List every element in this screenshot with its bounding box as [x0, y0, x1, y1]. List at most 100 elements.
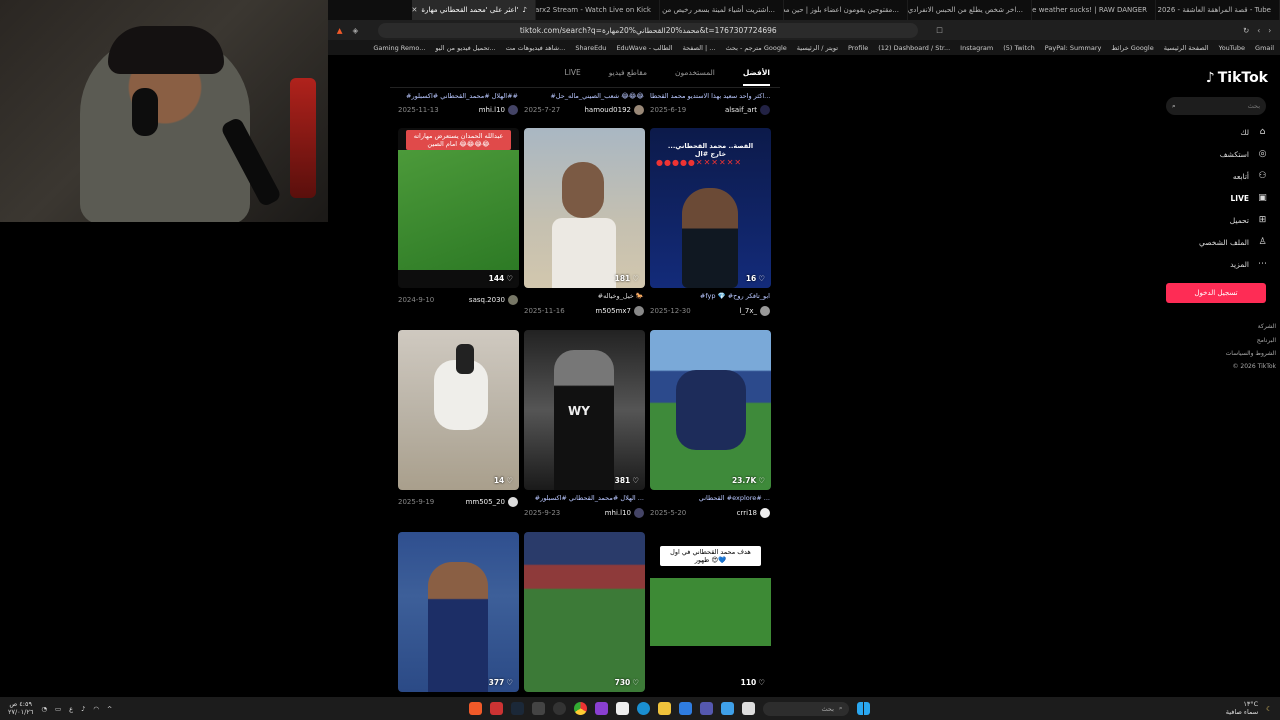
teams-icon[interactable]: [699, 702, 713, 715]
username-link[interactable]: crri18: [737, 508, 770, 518]
network-icon[interactable]: ◠: [93, 705, 99, 713]
bookmark-item[interactable]: Gaming Remo...: [373, 44, 425, 52]
clock[interactable]: ٤:٥٩ ص ٢٧/٠١/٢٦: [8, 701, 33, 715]
browser-tab[interactable]: مقتوجين يقومون اعضاء بلوز | حين معنا...: [784, 0, 908, 20]
bookmark-item[interactable]: EduWave - الطالب: [616, 44, 672, 52]
username-link[interactable]: m505mx7: [595, 306, 644, 316]
footer-company-link[interactable]: الشركة: [1258, 323, 1276, 330]
video-card[interactable]: 181 ♡: [524, 128, 645, 288]
nav-item-upload[interactable]: تحميل ⊞: [1230, 213, 1268, 227]
nav-item-following[interactable]: أتابعه ⚇: [1233, 169, 1268, 183]
language-indicator[interactable]: ع: [69, 705, 73, 713]
video-card[interactable]: ...القصة.. محمد القحطاني خارج #ال ●●●●●✕…: [650, 128, 771, 288]
tab-users[interactable]: المستخدمون: [675, 68, 715, 77]
username-link[interactable]: l_7x_: [739, 306, 770, 316]
bookmark-icon[interactable]: ☐: [936, 26, 943, 35]
mic-icon[interactable]: ♪: [81, 705, 85, 713]
footer-program-link[interactable]: البرنامج: [1257, 337, 1276, 344]
video-card[interactable]: 23.7K ♡: [650, 330, 771, 490]
bookmark-item[interactable]: Instagram: [960, 44, 993, 52]
edge-icon[interactable]: [636, 702, 650, 715]
file-explorer-icon[interactable]: [657, 702, 671, 715]
store-icon[interactable]: [678, 702, 692, 715]
tab-top[interactable]: الأفضل: [742, 68, 771, 86]
bookmark-item[interactable]: الصفحة | ...: [683, 44, 716, 52]
video-caption[interactable]: القحطاني #explore# ...: [650, 494, 770, 502]
browser-tab[interactable]: اخر شخص يطلع من الحبس الانفرادي يا...: [908, 0, 1032, 20]
username-link[interactable]: hamoud0192: [584, 105, 644, 115]
browser-tab[interactable]: 2026 - قصة المراهقة العاشقة - Tube: [1156, 0, 1280, 20]
bookmark-item[interactable]: ShareEdu: [575, 44, 606, 52]
bookmark-item[interactable]: (5) Twitch: [1003, 44, 1035, 52]
bookmark-item[interactable]: مترجم - بحث Google: [726, 44, 787, 52]
bookmark-item[interactable]: الصفحة الرئيسية: [1164, 44, 1209, 52]
video-card[interactable]: 730 ♡: [524, 532, 645, 692]
video-card[interactable]: 377 ♡: [398, 532, 519, 692]
bookmark-item[interactable]: Profile: [848, 44, 868, 52]
username-link[interactable]: mm505_20: [466, 497, 518, 507]
video-caption[interactable]: #شعب_الصيني_ماله_حل 😂😂😂: [524, 92, 644, 100]
video-caption[interactable]: اكثر واحد سعيد بهذا الاستديو محمد القحطا…: [650, 92, 770, 100]
video-card[interactable]: عبدالله الحمدان يستعرض مهاراته امام الصي…: [398, 128, 519, 288]
app-icon[interactable]: [489, 702, 503, 715]
chrome-icon[interactable]: [573, 702, 587, 715]
brave-app-icon[interactable]: [468, 702, 482, 715]
username-link[interactable]: sasq.2030: [469, 295, 518, 305]
username-link[interactable]: mhi.l10: [605, 508, 644, 518]
url-field[interactable]: tiktok.com/search?q=محمد%20القحطاني%20مه…: [378, 22, 919, 38]
video-caption[interactable]: #خيل_وخياله 🐎: [524, 292, 644, 300]
calendar-icon[interactable]: [615, 702, 629, 715]
windows-start-icon[interactable]: [856, 702, 870, 715]
video-caption[interactable]: #fyp 💎 #ابو_تافكر روح: [650, 292, 770, 300]
taskbar-search[interactable]: بحث ⌕: [762, 701, 849, 716]
nav-item-foryou[interactable]: لك ⌂: [1240, 125, 1268, 139]
video-card[interactable]: هدف محمد القحطاني في اول ظهور 😍💙 110 ♡: [650, 532, 771, 692]
app-icon[interactable]: [720, 702, 734, 715]
steam-icon[interactable]: [510, 702, 524, 715]
nav-item-more[interactable]: المزيد ⋯: [1230, 257, 1268, 271]
video-card[interactable]: WY 381 ♡: [524, 330, 645, 490]
display-icon[interactable]: ▭: [55, 705, 61, 713]
nav-item-profile[interactable]: الملف الشخصي ♙: [1199, 235, 1268, 249]
video-caption[interactable]: #الهلال #محمد_القحطاني #اكسبلور##: [398, 92, 518, 100]
app-icon[interactable]: [531, 702, 545, 715]
tiktok-logo[interactable]: ♪ TikTok: [1206, 70, 1268, 86]
bookmark-item[interactable]: Gmail: [1255, 44, 1274, 52]
browser-tab-active[interactable]: ✕ اعثر على 'محمد القحطاني مهارة' ♪: [412, 0, 536, 20]
chevron-up-icon[interactable]: ^: [107, 705, 112, 713]
search-input[interactable]: ⌕ بحث: [1166, 97, 1266, 115]
username-link[interactable]: alsaif_art: [725, 105, 770, 115]
bookmark-item[interactable]: YouTube: [1219, 44, 1245, 52]
video-caption[interactable]: #الهلال #محمد_القحطاني #اكسبلور ...: [524, 494, 644, 502]
notification-icon[interactable]: ◔: [41, 705, 47, 713]
bookmark-item[interactable]: شاهد فيديوهات مت...: [506, 44, 566, 52]
tab-videos[interactable]: مقاطع فيديو: [609, 68, 647, 77]
nav-item-explore[interactable]: استكشف ◎: [1220, 147, 1268, 161]
obs-icon[interactable]: [552, 702, 566, 715]
browser-tab[interactable]: اشتريت أشياء لمينة بسعر رخيص من بـ...: [660, 0, 784, 20]
nav-item-live[interactable]: LIVE ▣: [1231, 191, 1269, 205]
bookmark-item[interactable]: (12) Dashboard / Str...: [878, 44, 950, 52]
bookmark-item[interactable]: PayPal: Summary: [1045, 44, 1102, 52]
browser-tab[interactable]: The weather sucks! | RAW DANGER: [1032, 0, 1156, 20]
browser-tab[interactable]: narx2 Stream - Watch Live on Kick: [536, 0, 660, 20]
weather-widget[interactable]: ١٣°C سماء صافية ☾: [1226, 701, 1272, 715]
reload-icon[interactable]: ↻: [1243, 26, 1249, 35]
tab-live[interactable]: LIVE: [565, 68, 581, 77]
notepad-icon[interactable]: [741, 702, 755, 715]
close-icon[interactable]: ✕: [412, 6, 417, 14]
username-link[interactable]: mhi.l10: [479, 105, 518, 115]
app-icon[interactable]: [594, 702, 608, 715]
search-icon[interactable]: ⌕: [1172, 102, 1176, 111]
shield-icon[interactable]: ◈: [352, 26, 358, 35]
bookmark-item[interactable]: تويتر / الرئيسية: [797, 44, 838, 52]
footer-terms-link[interactable]: الشروط والسياسات: [1226, 350, 1276, 357]
forward-icon[interactable]: ›: [1268, 26, 1271, 35]
video-thumbnail: [562, 162, 604, 218]
bookmark-item[interactable]: تحميل فيديو من اليو...: [435, 44, 495, 52]
bookmark-item[interactable]: خرائط Google: [1111, 44, 1153, 52]
login-button[interactable]: تسجيل الدخول: [1166, 283, 1266, 303]
video-card[interactable]: 14 ♡: [398, 330, 519, 490]
brave-icon[interactable]: ▲: [337, 26, 343, 35]
back-icon[interactable]: ‹: [1257, 26, 1260, 35]
